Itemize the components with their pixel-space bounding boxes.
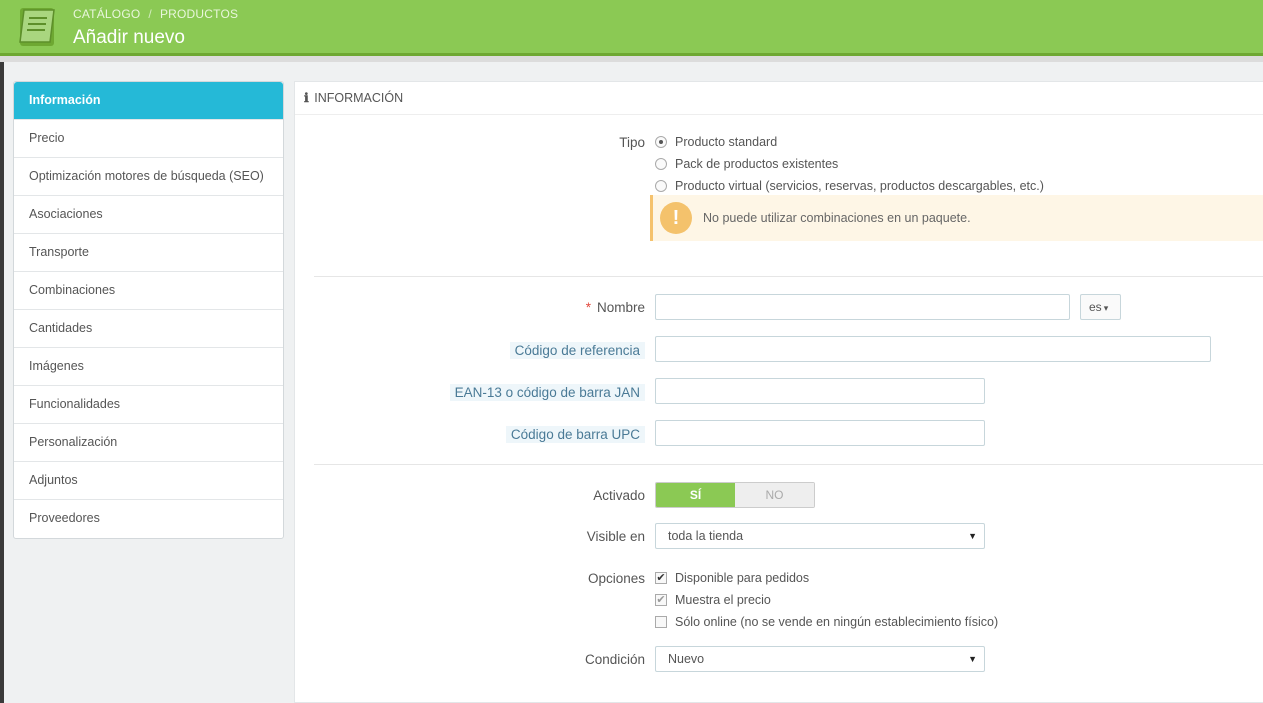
sidebar-item-personalizacion[interactable]: Personalización	[14, 424, 283, 462]
info-icon: ℹ	[304, 90, 309, 105]
panel-heading: ℹ INFORMACIÓN	[295, 82, 1263, 115]
nombre-label: * Nombre	[586, 300, 645, 315]
condicion-select[interactable]: Nuevo ▼	[655, 646, 985, 672]
activado-label: Activado	[593, 488, 645, 503]
sidebar-item-adjuntos[interactable]: Adjuntos	[14, 462, 283, 500]
catalog-book-icon	[19, 8, 55, 46]
condicion-select-value: Nuevo	[668, 652, 705, 666]
breadcrumb-products[interactable]: PRODUCTOS	[160, 7, 238, 21]
upc-input[interactable]	[655, 420, 985, 446]
ean-input[interactable]	[655, 378, 985, 404]
sidebar-item-asociaciones[interactable]: Asociaciones	[14, 196, 283, 234]
sidebar-item-proveedores[interactable]: Proveedores	[14, 500, 283, 538]
referencia-input[interactable]	[655, 336, 1211, 362]
tipo-option-label: Producto standard	[675, 135, 778, 149]
tipo-option-label: Pack de productos existentes	[675, 157, 839, 171]
toggle-no[interactable]: NO	[735, 483, 814, 507]
nombre-input[interactable]	[655, 294, 1070, 320]
tipo-label: Tipo	[619, 135, 645, 150]
tipo-option-standard[interactable]: Producto standard	[655, 135, 777, 149]
caret-down-icon: ▾	[1103, 303, 1109, 313]
referencia-label: Código de referencia	[509, 342, 645, 359]
language-value: es	[1089, 300, 1102, 314]
opcion-label: Muestra el precio	[675, 593, 771, 607]
sidebar-item-funcionalidades[interactable]: Funcionalidades	[14, 386, 283, 424]
checkbox-disponible[interactable]: ✔	[655, 572, 667, 584]
opcion-disponible[interactable]: ✔ Disponible para pedidos	[655, 571, 809, 585]
sidebar-item-imagenes[interactable]: Imágenes	[14, 348, 283, 386]
section-divider	[314, 276, 1263, 277]
dropdown-arrow-icon: ▼	[968, 531, 977, 541]
checkbox-muestra-precio[interactable]: ✔	[655, 594, 667, 606]
condicion-label: Condición	[584, 652, 645, 667]
section-divider	[314, 464, 1263, 465]
panel-heading-text: INFORMACIÓN	[314, 91, 404, 105]
sidebar-item-transporte[interactable]: Transporte	[14, 234, 283, 272]
visible-select[interactable]: toda la tienda ▼	[655, 523, 985, 549]
warning-icon: !	[660, 202, 692, 234]
activado-toggle[interactable]: SÍ NO	[655, 482, 815, 508]
tipo-option-virtual[interactable]: Producto virtual (servicios, reservas, p…	[655, 179, 1044, 193]
opcion-solo-online[interactable]: Sólo online (no se vende en ningún estab…	[655, 615, 998, 629]
opcion-label: Disponible para pedidos	[675, 571, 810, 585]
sidebar-item-combinaciones[interactable]: Combinaciones	[14, 272, 283, 310]
opcion-label: Sólo online (no se vende en ningún estab…	[675, 615, 999, 629]
radio-pack[interactable]	[655, 158, 667, 170]
left-edge-bar	[0, 62, 4, 703]
opciones-label: Opciones	[587, 571, 645, 586]
warning-alert: ! No puede utilizar combinaciones en un …	[650, 195, 1263, 241]
tipo-option-pack[interactable]: Pack de productos existentes	[655, 157, 838, 171]
warning-text: No puede utilizar combinaciones en un pa…	[703, 211, 971, 225]
sidebar-item-informacion[interactable]: Información	[14, 82, 283, 120]
upc-label: Código de barra UPC	[505, 426, 645, 443]
breadcrumb-separator: /	[148, 7, 152, 21]
page-title: Añadir nuevo	[73, 27, 185, 48]
tipo-option-label: Producto virtual (servicios, reservas, p…	[675, 179, 1044, 193]
opcion-muestra-precio[interactable]: ✔ Muestra el precio	[655, 593, 771, 607]
toggle-yes[interactable]: SÍ	[656, 483, 735, 507]
ean-label: EAN-13 o código de barra JAN	[449, 384, 645, 401]
sidebar-item-precio[interactable]: Precio	[14, 120, 283, 158]
sidebar-item-seo[interactable]: Optimización motores de búsqueda (SEO)	[14, 158, 283, 196]
header-divider	[0, 56, 1263, 62]
breadcrumb: CATÁLOGO / PRODUCTOS	[73, 7, 238, 21]
visible-select-value: toda la tienda	[668, 529, 744, 543]
sidebar-item-cantidades[interactable]: Cantidades	[14, 310, 283, 348]
visible-label: Visible en	[586, 529, 645, 544]
breadcrumb-catalog[interactable]: CATÁLOGO	[73, 7, 140, 21]
checkbox-solo-online[interactable]	[655, 616, 667, 628]
radio-standard[interactable]	[655, 136, 667, 148]
nombre-label-text: Nombre	[596, 300, 645, 315]
required-mark: *	[585, 300, 591, 315]
radio-virtual[interactable]	[655, 180, 667, 192]
language-dropdown[interactable]: es ▾	[1080, 294, 1121, 320]
product-tabs-sidebar: Información Precio Optimización motores …	[13, 81, 284, 539]
dropdown-arrow-icon: ▼	[968, 654, 977, 664]
page-header: CATÁLOGO / PRODUCTOS Añadir nuevo	[0, 0, 1263, 56]
